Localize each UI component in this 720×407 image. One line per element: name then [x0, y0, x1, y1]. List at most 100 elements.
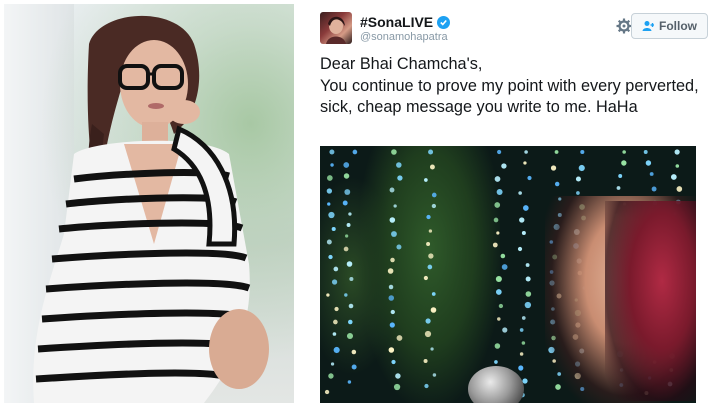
light-dot: [393, 383, 401, 391]
light-dot: [344, 293, 348, 297]
light-dot: [550, 165, 557, 171]
light-dot: [578, 164, 585, 172]
light-dot: [423, 275, 428, 281]
light-dot: [525, 263, 530, 267]
light-dot: [497, 149, 502, 155]
light-dot: [517, 246, 523, 252]
light-dot: [333, 319, 338, 325]
light-dot: [651, 186, 657, 192]
light-dot: [345, 234, 349, 238]
light-dot: [649, 172, 654, 176]
light-dot: [518, 365, 524, 371]
light-dot: [352, 149, 358, 155]
light-dot: [676, 186, 683, 192]
light-dot: [430, 347, 434, 351]
light-dot: [343, 173, 350, 179]
light-dot: [387, 268, 394, 274]
light-dot: [342, 200, 348, 206]
light-dot: [423, 358, 428, 364]
light-dot: [618, 174, 623, 178]
light-dot: [328, 254, 333, 260]
light-dot: [424, 383, 429, 389]
light-dot: [331, 226, 336, 232]
light-dot: [347, 380, 352, 384]
light-dot: [519, 328, 524, 332]
light-dot: [396, 244, 402, 250]
light-dot: [554, 150, 559, 154]
light-dot: [388, 295, 395, 301]
light-dot: [500, 253, 506, 259]
light-dot: [554, 181, 560, 187]
light-dot: [428, 253, 434, 259]
light-dot: [389, 322, 395, 328]
light-dot: [494, 176, 501, 182]
display-name[interactable]: #SonaLIVE: [360, 14, 433, 30]
light-dot: [331, 279, 338, 285]
light-dot: [391, 149, 397, 155]
light-dot: [426, 214, 431, 220]
light-dot: [389, 187, 395, 193]
tweet-text: Dear Bhai Chamcha's, You continue to pro…: [320, 55, 699, 116]
light-dot: [351, 349, 357, 355]
light-dot: [397, 175, 403, 181]
light-dot: [326, 175, 333, 181]
user-handle[interactable]: @sonamohapatra: [360, 31, 448, 43]
light-dot: [525, 291, 532, 297]
light-dot: [498, 303, 504, 309]
light-dot: [431, 192, 437, 198]
gear-icon[interactable]: [616, 18, 632, 34]
light-dot: [426, 242, 431, 246]
light-dot: [501, 264, 508, 270]
light-dot: [431, 292, 436, 296]
light-dot: [348, 303, 354, 309]
image-singer-hair: [605, 201, 696, 401]
light-dot: [327, 202, 331, 206]
light-dot: [495, 289, 502, 295]
light-dot: [521, 316, 526, 320]
tweet-image[interactable]: [320, 146, 696, 403]
light-dot: [328, 211, 335, 219]
light-dot: [492, 242, 498, 248]
light-dot: [576, 191, 580, 195]
light-dot: [521, 231, 526, 235]
light-dot: [621, 160, 627, 166]
light-dot: [349, 276, 354, 282]
light-dot: [425, 318, 431, 324]
light-dot: [390, 309, 395, 315]
light-dot: [428, 149, 434, 155]
light-dot: [333, 346, 340, 354]
light-dot: [495, 275, 502, 283]
light-dot: [348, 212, 352, 216]
avatar-image-icon: [326, 16, 346, 44]
light-dot: [388, 347, 395, 353]
light-dot: [348, 319, 353, 325]
light-dot: [645, 160, 652, 166]
verified-badge-icon: [437, 15, 451, 29]
avatar[interactable]: [320, 12, 352, 44]
light-dot: [616, 186, 621, 190]
light-dot: [393, 204, 397, 208]
light-dot: [346, 223, 351, 227]
light-dot: [391, 231, 397, 237]
light-dot: [326, 239, 332, 245]
left-photo: [4, 4, 294, 403]
light-dot: [622, 150, 626, 154]
light-dot: [351, 364, 357, 370]
follow-button[interactable]: Follow: [631, 13, 708, 39]
light-dot: [326, 293, 330, 297]
light-dot: [525, 276, 531, 282]
light-dot: [643, 150, 648, 154]
light-dot: [346, 332, 354, 340]
light-dot: [395, 373, 401, 379]
light-dot: [496, 231, 500, 235]
light-dot: [330, 163, 334, 167]
light-dot: [432, 373, 437, 377]
light-dot: [522, 205, 529, 211]
light-dot: [428, 229, 433, 233]
light-dot: [344, 189, 351, 195]
light-dot: [396, 335, 403, 341]
light-dot: [575, 176, 581, 182]
light-dot: [334, 306, 339, 312]
light-dot: [501, 163, 507, 169]
light-dot: [527, 175, 532, 181]
